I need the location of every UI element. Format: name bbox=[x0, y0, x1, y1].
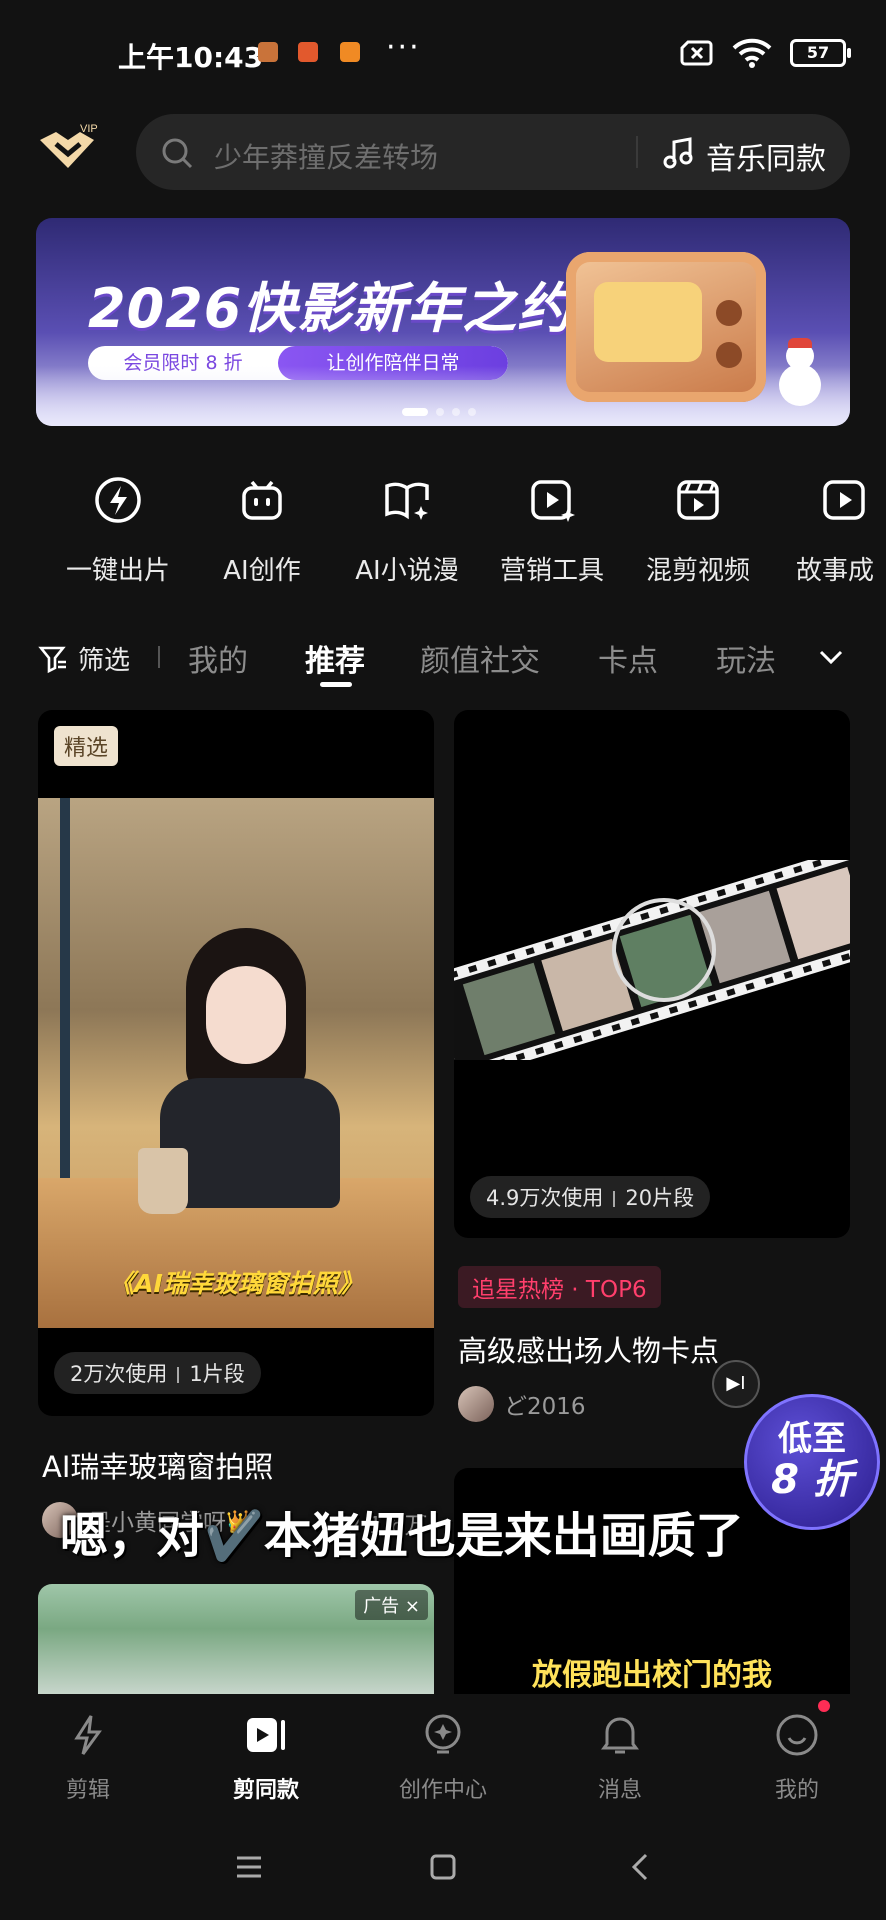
filter-button[interactable]: 筛选 bbox=[38, 640, 130, 677]
thumbnail-caption: 《AI瑞幸玻璃窗拍照》 bbox=[109, 1269, 363, 1298]
tool-story[interactable]: 故事成 bbox=[774, 476, 886, 587]
nav-label: 剪同款 bbox=[232, 1778, 299, 1803]
play-sparkle-icon bbox=[531, 480, 575, 522]
notification-icon bbox=[298, 42, 318, 62]
story-icon bbox=[823, 480, 865, 520]
template-title[interactable]: 高级感出场人物卡点 bbox=[458, 1328, 719, 1370]
nav-label: 消息 bbox=[597, 1778, 642, 1803]
notification-icon bbox=[340, 42, 360, 62]
ad-close-label[interactable]: 广告 × bbox=[355, 1590, 428, 1620]
divider bbox=[636, 136, 638, 168]
tool-ai-novel-comic[interactable]: AI小说漫 bbox=[337, 476, 477, 587]
system-navigation-bar bbox=[0, 1830, 886, 1920]
thumbnail-caption: 放假跑出校门的我 bbox=[532, 1658, 772, 1693]
tool-label: 故事成 bbox=[796, 556, 875, 586]
back-icon[interactable] bbox=[626, 1852, 656, 1882]
featured-badge: 精选 bbox=[54, 726, 119, 766]
tab-gameplay[interactable]: 玩法 bbox=[716, 636, 776, 680]
tool-label: 一键出片 bbox=[65, 556, 170, 586]
ranking-badge[interactable]: 追星热榜 · TOP6 bbox=[458, 1266, 661, 1308]
notification-icon bbox=[258, 42, 278, 62]
template-thumbnail: 《AI瑞幸玻璃窗拍照》 bbox=[38, 798, 434, 1328]
unread-dot bbox=[818, 1700, 830, 1712]
menu-icon[interactable] bbox=[234, 1852, 264, 1882]
status-time: 上午10:43 bbox=[118, 41, 264, 74]
tool-one-click[interactable]: 一键出片 bbox=[48, 476, 188, 587]
home-icon[interactable] bbox=[428, 1852, 458, 1882]
avatar bbox=[458, 1386, 494, 1422]
usage-stat: 4.9万次使用 20片段 bbox=[470, 1176, 711, 1218]
overlay-subtitle: 嗯，对✔️本猪妞也是来出画质了 bbox=[60, 1508, 744, 1564]
more-notifications-icon: ··· bbox=[386, 30, 421, 65]
banner-title: 2026快影新年之约 bbox=[88, 277, 573, 340]
wifi-icon bbox=[732, 38, 772, 68]
usage-stat: 2万次使用 1片段 bbox=[54, 1352, 261, 1394]
tool-marketing[interactable]: 营销工具 bbox=[482, 476, 622, 587]
nav-label: 创作中心 bbox=[398, 1778, 487, 1803]
nav-creator-center[interactable]: 创作中心 bbox=[383, 1712, 503, 1804]
vip-logo-icon[interactable]: VIP bbox=[36, 118, 100, 178]
promo-banner[interactable]: 2026快影新年之约 会员限时 8 折 让创作陪伴日常 bbox=[36, 218, 850, 426]
tool-mix-cut[interactable]: 混剪视频 bbox=[628, 476, 768, 587]
discount-line1: 低至 bbox=[778, 1419, 846, 1459]
robot-icon bbox=[242, 480, 282, 520]
film-strip-thumbnail bbox=[454, 860, 850, 1060]
active-tab-indicator bbox=[320, 682, 352, 687]
filter-label: 筛选 bbox=[78, 646, 131, 676]
bottom-navigation: 剪辑 剪同款 创作中心 消息 我的 bbox=[0, 1694, 886, 1814]
lightbulb-icon bbox=[425, 1714, 461, 1754]
template-play-icon bbox=[247, 1718, 285, 1752]
tool-label: AI创作 bbox=[223, 556, 301, 586]
scissors-bolt-icon bbox=[74, 1715, 102, 1755]
tab-recommend[interactable]: 推荐 bbox=[305, 636, 365, 680]
music-note-icon bbox=[663, 137, 693, 169]
nav-messages[interactable]: 消息 bbox=[560, 1712, 680, 1804]
tool-label: AI小说漫 bbox=[355, 556, 459, 586]
sim-off-icon bbox=[680, 40, 713, 66]
ad-card[interactable]: 广告 × bbox=[38, 1584, 434, 1696]
skip-next-icon[interactable]: ▶I bbox=[712, 1360, 760, 1408]
bell-icon bbox=[601, 1717, 639, 1754]
tab-beat-sync[interactable]: 卡点 bbox=[598, 636, 658, 680]
template-author[interactable]: ど2016 bbox=[458, 1386, 586, 1422]
nav-templates[interactable]: 剪同款 bbox=[206, 1712, 326, 1804]
tool-ai-create[interactable]: AI创作 bbox=[192, 476, 332, 587]
author-name: ど2016 bbox=[504, 1394, 586, 1420]
quick-tools-row: 一键出片 AI创作 AI小说漫 营销工具 混剪视频 故事成 bbox=[0, 476, 886, 586]
clapper-icon bbox=[677, 480, 719, 520]
nav-label: 我的 bbox=[774, 1778, 819, 1803]
template-card[interactable]: 4.9万次使用 20片段 bbox=[454, 710, 850, 1238]
tab-mine[interactable]: 我的 bbox=[188, 636, 248, 680]
template-card[interactable]: 精选 《AI瑞幸玻璃窗拍照》 2万次使用 1片段 bbox=[38, 710, 434, 1416]
nav-label: 剪辑 bbox=[65, 1778, 110, 1803]
profile-smile-icon bbox=[776, 1714, 818, 1756]
search-input[interactable]: 少年莽撞反差转场 音乐同款 bbox=[136, 114, 850, 190]
chevron-down-icon[interactable] bbox=[816, 642, 846, 672]
music-same-button[interactable]: 音乐同款 bbox=[706, 134, 826, 178]
snowman-illustration bbox=[774, 338, 824, 408]
filter-icon bbox=[38, 646, 66, 673]
search-icon bbox=[162, 138, 193, 169]
divider bbox=[158, 646, 160, 668]
tool-label: 混剪视频 bbox=[645, 556, 750, 586]
banner-tv-illustration bbox=[566, 252, 766, 402]
status-bar: 上午10:43 ··· 57 bbox=[0, 0, 886, 100]
battery-icon: 57 bbox=[790, 39, 851, 67]
lightning-icon bbox=[95, 477, 141, 523]
banner-pagination[interactable] bbox=[402, 408, 476, 416]
book-sparkle-icon bbox=[385, 482, 429, 520]
tool-label: 营销工具 bbox=[499, 556, 604, 586]
nav-edit[interactable]: 剪辑 bbox=[28, 1712, 148, 1804]
category-tabs: 筛选 我的 推荐 颜值社交 卡点 玩法 bbox=[0, 630, 886, 687]
tab-beauty-social[interactable]: 颜值社交 bbox=[420, 636, 540, 680]
search-placeholder: 少年莽撞反差转场 bbox=[214, 141, 439, 174]
vip-label: VIP bbox=[80, 123, 98, 135]
nav-profile[interactable]: 我的 bbox=[737, 1712, 857, 1804]
template-title[interactable]: AI瑞幸玻璃窗拍照 bbox=[42, 1444, 273, 1486]
discount-line2: 8 折 bbox=[771, 1457, 853, 1503]
